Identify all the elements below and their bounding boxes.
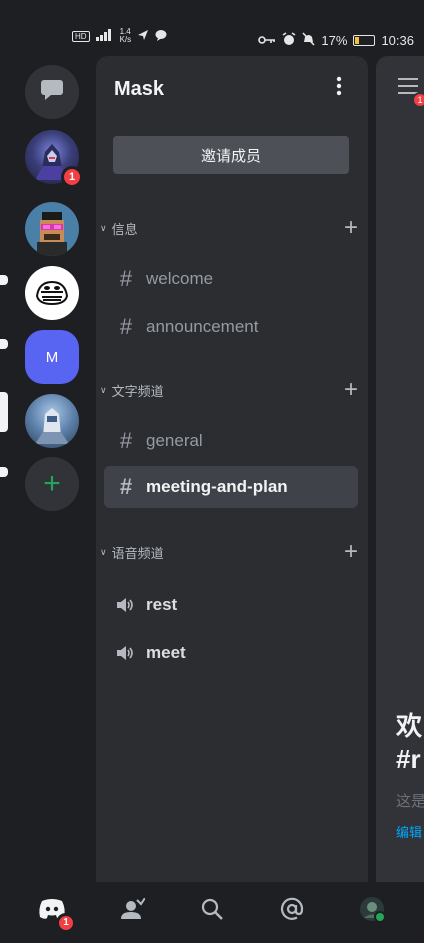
friends-icon: [119, 897, 146, 927]
channel-meeting-and-plan[interactable]: # meeting-and-plan: [104, 466, 358, 508]
voice-channel-rest[interactable]: rest: [104, 584, 358, 626]
server-rail: 1 M +: [0, 52, 96, 882]
add-channel-icon[interactable]: +: [344, 376, 358, 404]
channel-label: general: [146, 431, 203, 450]
edit-channel-link[interactable]: 编辑: [396, 822, 422, 841]
status-left-icons: HD 1.4 K/s: [72, 28, 167, 44]
chat-bubble-icon: [155, 29, 167, 44]
search-icon: [200, 897, 224, 928]
add-channel-icon[interactable]: +: [344, 538, 358, 566]
unread-indicator: [0, 339, 8, 349]
hash-icon: #: [119, 474, 133, 499]
chevron-down-icon: ∨: [100, 546, 107, 557]
battery-percent: 17%: [321, 32, 348, 48]
hash-icon: #: [119, 266, 133, 291]
chat-panel-peek[interactable]: 1 欢 #r 这是 编辑: [376, 56, 424, 882]
status-time: 10:36: [381, 32, 414, 48]
server-meme[interactable]: [25, 266, 79, 320]
welcome-heading: 欢: [396, 711, 423, 741]
add-server-button[interactable]: +: [25, 457, 79, 511]
status-right-icons: 17% 10:36: [258, 31, 414, 49]
speaker-icon: [116, 597, 136, 613]
data-speed: 1.4 K/s: [119, 27, 132, 44]
voice-channel-meet[interactable]: meet: [104, 632, 358, 674]
channel-label: welcome: [146, 269, 214, 288]
channel-general[interactable]: # general: [104, 420, 358, 462]
category-text-channels[interactable]: ∨ 文字频道 +: [100, 376, 362, 404]
plus-icon: +: [43, 467, 61, 500]
unread-indicator: [0, 467, 8, 477]
invite-members-button[interactable]: 邀请成员: [113, 136, 349, 174]
category-label: 语音频道: [111, 545, 164, 561]
signal-icon: [95, 28, 114, 44]
key-icon: [258, 33, 276, 48]
profile-tab[interactable]: [350, 891, 394, 935]
friends-tab[interactable]: [110, 891, 154, 935]
hd-icon: HD: [72, 30, 90, 42]
channel-label: meeting-and-plan: [146, 477, 288, 496]
alarm-icon: [282, 31, 296, 49]
server-title[interactable]: Mask: [114, 78, 164, 101]
bottom-navigation: 1: [0, 882, 424, 943]
profile-avatar: [358, 895, 386, 930]
channel-welcome[interactable]: # welcome: [104, 258, 358, 300]
hash-icon: #: [119, 428, 133, 453]
channel-panel: Mask 邀请成员 ∨ 信息 + # welcome # announcemen…: [96, 56, 368, 882]
pixel-avatar: [25, 202, 79, 256]
channel-heading: #r: [396, 744, 421, 774]
mentions-icon: [280, 897, 304, 928]
battery-icon: [353, 34, 376, 46]
add-channel-icon[interactable]: +: [344, 214, 358, 242]
status-bar: HD 1.4 K/s 17% 10:36: [0, 0, 424, 52]
meme-avatar: [25, 266, 79, 320]
chevron-down-icon: ∨: [100, 384, 107, 395]
server-letter: M: [45, 348, 59, 366]
discord-app-screen: HD 1.4 K/s 17% 10:36 1 M + Mask 邀请成员 ∨ 信…: [0, 0, 424, 943]
direct-messages-button[interactable]: [25, 65, 79, 119]
server-pixel-avatar[interactable]: [25, 202, 79, 256]
menu-notification-badge: 1: [412, 92, 424, 108]
category-info[interactable]: ∨ 信息 +: [100, 214, 362, 242]
hash-icon: #: [119, 314, 133, 339]
channel-label: meet: [146, 643, 186, 662]
home-notification-badge: 1: [56, 912, 76, 933]
server-mask[interactable]: M: [25, 330, 79, 384]
mute-icon: [302, 31, 316, 49]
server-mech-avatar[interactable]: [25, 394, 79, 448]
chat-bubble-icon: [41, 79, 63, 105]
server-robot-avatar[interactable]: 1: [25, 130, 83, 188]
home-tab[interactable]: 1: [30, 891, 76, 935]
channel-announcement[interactable]: # announcement: [104, 306, 358, 348]
category-label: 信息: [111, 221, 138, 237]
speaker-icon: [116, 645, 136, 661]
mech-avatar: [25, 394, 79, 448]
channel-label: announcement: [146, 317, 259, 336]
channel-intro-text: 这是: [396, 793, 424, 810]
category-label: 文字频道: [111, 383, 164, 399]
mentions-tab[interactable]: [270, 891, 314, 935]
search-tab[interactable]: [190, 891, 234, 935]
category-voice-channels[interactable]: ∨ 语音频道 +: [100, 538, 362, 566]
channel-label: rest: [146, 595, 178, 614]
server-notification-badge: 1: [61, 166, 83, 188]
selected-server-indicator: [0, 392, 8, 432]
send-icon: [137, 29, 149, 44]
more-options-icon[interactable]: [336, 76, 342, 100]
chevron-down-icon: ∨: [100, 222, 107, 233]
unread-indicator: [0, 275, 8, 285]
